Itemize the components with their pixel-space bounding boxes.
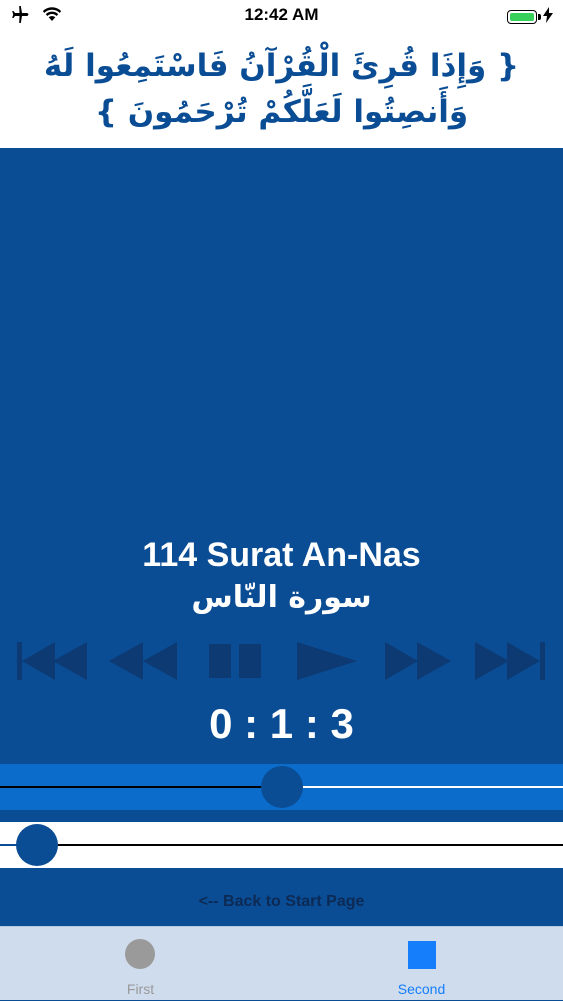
skip-to-start-icon	[15, 640, 89, 682]
rewind-icon	[107, 640, 179, 682]
progress-track-remaining	[282, 786, 563, 788]
surah-title: 114 Surat An-Nas	[142, 536, 421, 574]
status-time: 12:42 AM	[244, 5, 319, 24]
square-icon	[408, 941, 436, 969]
play-button[interactable]	[294, 636, 360, 686]
circle-icon	[125, 939, 155, 969]
skip-to-start-button[interactable]	[14, 636, 90, 686]
playback-controls	[0, 636, 563, 686]
tab-first[interactable]: First	[0, 927, 281, 1001]
volume-slider[interactable]	[0, 822, 563, 868]
progress-slider[interactable]	[0, 764, 563, 810]
status-right-icons	[507, 7, 553, 27]
skip-to-end-icon	[473, 640, 547, 682]
fast-forward-icon	[383, 640, 453, 682]
progress-thumb[interactable]	[261, 766, 303, 808]
rewind-button[interactable]	[106, 636, 180, 686]
back-to-start-link[interactable]: <-- Back to Start Page	[0, 893, 563, 911]
volume-track-remaining	[37, 844, 563, 846]
playback-time: 0 : 1 : 3	[209, 700, 354, 747]
tab-second-label: Second	[397, 981, 446, 997]
fast-forward-button[interactable]	[382, 636, 454, 686]
verse-text: { وَإِذَا قُرِئَ الْقُرْآنُ فَاسْتَمِعُو…	[43, 48, 520, 130]
status-bar: 12:42 AM	[0, 0, 563, 30]
play-icon	[295, 640, 359, 682]
tab-first-label: First	[126, 981, 155, 997]
tab-bar: First Second	[0, 926, 563, 1000]
battery-icon	[507, 10, 541, 24]
progress-track-filled	[0, 786, 282, 788]
pause-icon	[206, 640, 264, 682]
pause-button[interactable]	[204, 636, 266, 686]
verse-panel: { وَإِذَا قُرِئَ الْقُرْآنُ فَاسْتَمِعُو…	[0, 30, 563, 148]
surah-arabic-title: سورة النّاس	[191, 580, 372, 615]
skip-to-end-button[interactable]	[472, 636, 548, 686]
volume-thumb[interactable]	[16, 824, 58, 866]
charging-bolt-icon	[543, 7, 553, 27]
